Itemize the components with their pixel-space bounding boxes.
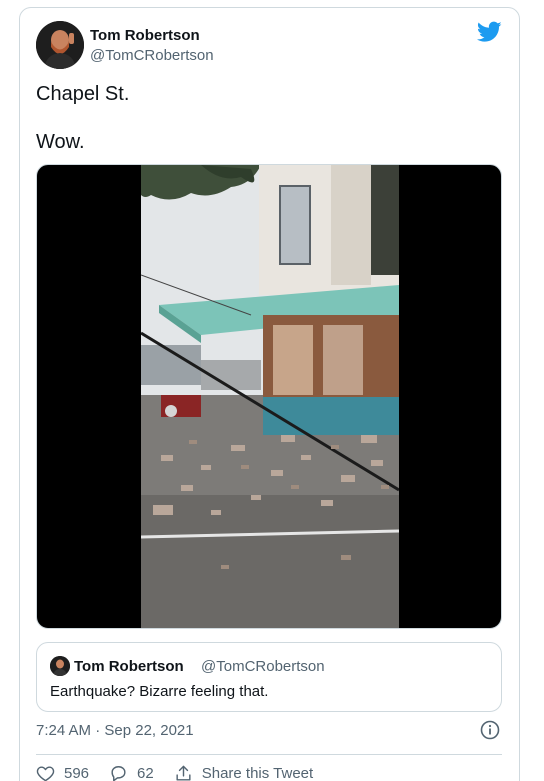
info-icon[interactable] (480, 720, 500, 740)
author-name[interactable]: Tom Robertson (90, 27, 200, 44)
quoted-tweet[interactable]: Tom Robertson @TomCRobertson Earthquake?… (36, 642, 502, 712)
tweet-timestamp[interactable]: 7:24 AM · Sep 22, 2021 (36, 722, 194, 739)
quoted-author-avatar (50, 656, 70, 676)
share-button[interactable]: Share this Tweet (174, 764, 313, 781)
share-label: Share this Tweet (201, 764, 314, 781)
reply-count: 62 (137, 764, 154, 781)
quoted-author-name: Tom Robertson (74, 658, 184, 675)
twitter-logo-icon[interactable] (477, 21, 502, 43)
like-button[interactable]: 596 (36, 764, 89, 781)
reply-button[interactable]: 62 (109, 764, 154, 781)
tweet-video[interactable] (36, 164, 502, 629)
heart-icon (36, 765, 55, 781)
author-avatar[interactable] (36, 21, 84, 69)
quoted-author-handle: @TomCRobertson (201, 658, 325, 675)
tweet-card: Tom Robertson @TomCRobertson Chapel St. … (19, 7, 520, 781)
author-handle[interactable]: @TomCRobertson (90, 47, 214, 64)
divider (36, 754, 502, 755)
share-icon (176, 765, 191, 781)
video-frame (141, 165, 399, 628)
like-count: 596 (64, 764, 90, 781)
tweet-text: Chapel St. Wow. (36, 83, 130, 153)
quoted-tweet-text: Earthquake? Bizarre feeling that. (50, 683, 269, 700)
action-bar: 596 62 Share this Tweet (36, 761, 333, 781)
reply-icon (111, 765, 126, 781)
